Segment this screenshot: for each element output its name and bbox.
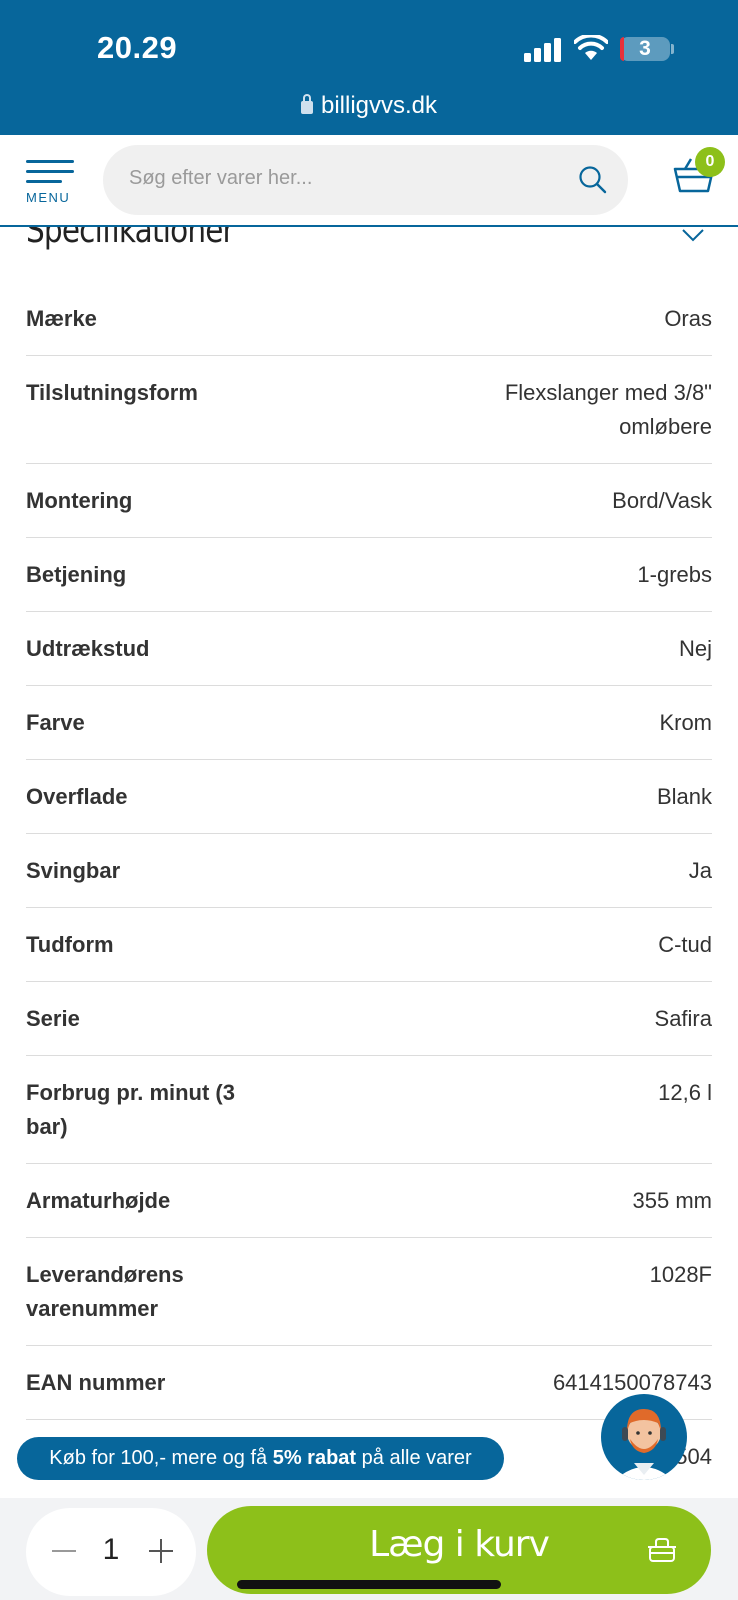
status-time: 20.29 xyxy=(97,30,178,65)
home-indicator xyxy=(237,1580,501,1589)
spec-key: Betjening xyxy=(26,562,127,587)
menu-icon xyxy=(26,160,74,163)
spec-row: Tudform C-tud xyxy=(26,908,712,982)
support-avatar[interactable] xyxy=(600,1393,688,1481)
search-icon[interactable] xyxy=(578,165,608,195)
spec-row: Forbrug pr. minut (3 bar) 12,6 l xyxy=(26,1056,712,1164)
quantity-stepper[interactable]: 1 xyxy=(26,1508,196,1596)
spec-value: Flexslanger med 3/8" omløbere xyxy=(504,380,712,439)
spec-row: Leverandørens varenummer 1028F xyxy=(26,1238,712,1346)
url-bar[interactable]: billigvvs.dk xyxy=(0,92,738,120)
chevron-down-icon[interactable] xyxy=(681,228,705,242)
spec-value: Ja xyxy=(688,858,712,883)
spec-value: 12,6 l xyxy=(658,1080,712,1105)
menu-icon-bar xyxy=(26,180,62,183)
spec-row: Betjening 1-grebs xyxy=(26,538,712,612)
spec-row: Armaturhøjde 355 mm xyxy=(26,1164,712,1238)
spec-key: Farve xyxy=(26,710,85,735)
search-input[interactable]: Søg efter varer her... xyxy=(103,145,628,215)
spec-key: Armaturhøjde xyxy=(26,1188,171,1213)
spec-key: Svingbar xyxy=(26,858,121,883)
site-header: MENU Søg efter varer her... 0 xyxy=(0,135,738,227)
spec-value: 1028F xyxy=(649,1262,712,1287)
spec-key: Forbrug pr. minut (3 bar) xyxy=(26,1080,235,1139)
spec-row: Overflade Blank xyxy=(26,760,712,834)
promo-banner[interactable]: Køb for 100,- mere og få 5% rabat på all… xyxy=(17,1437,504,1480)
menu-icon-bar xyxy=(26,170,74,173)
spec-key: Tilslutningsform xyxy=(26,380,198,405)
spec-key: Serie xyxy=(26,1006,80,1031)
spec-value: Blank xyxy=(656,784,712,809)
menu-label: MENU xyxy=(26,190,71,205)
spec-row: Svingbar Ja xyxy=(26,834,712,908)
plus-icon[interactable] xyxy=(149,1539,173,1563)
spec-key: EAN nummer xyxy=(26,1370,166,1395)
spec-value: Nej xyxy=(678,636,712,661)
add-to-cart-label: Læg i kurv xyxy=(369,1524,550,1565)
cart-count-badge: 0 xyxy=(695,147,725,177)
spec-key: Leverandørens varenummer xyxy=(26,1262,184,1321)
wifi-icon xyxy=(574,35,608,60)
spec-value: 1-grebs xyxy=(637,562,712,587)
specifications-table: Mærke Oras Tilslutningsform Flexslanger med… xyxy=(26,282,712,1493)
spec-value: C-tud xyxy=(658,932,712,957)
spec-row: Tilslutningsform Flexslanger med 3/8" oml… xyxy=(26,356,712,464)
spec-key: Udtrækstud xyxy=(26,636,150,661)
spec-value: Krom xyxy=(659,710,712,735)
promo-bold: 5% rabat xyxy=(272,1447,357,1469)
spec-row: Montering Bord/Vask xyxy=(26,464,712,538)
battery-nub xyxy=(671,44,674,54)
spec-key: Overflade xyxy=(26,784,128,809)
status-bar: 20.29 3 billigvvs.dk xyxy=(0,0,738,135)
spec-key: Montering xyxy=(26,488,133,513)
menu-button[interactable]: MENU xyxy=(26,160,74,205)
signal-icon xyxy=(524,38,561,62)
spec-value: Bord/Vask xyxy=(612,488,712,513)
spec-value: Oras xyxy=(664,306,712,331)
spec-row: Serie Safira xyxy=(26,982,712,1056)
promo-suffix: på alle varer xyxy=(356,1447,472,1469)
basket-icon xyxy=(648,1538,676,1562)
spec-value: 355 mm xyxy=(632,1188,712,1213)
spec-key: Tudform xyxy=(26,932,114,957)
spec-value: Safira xyxy=(654,1006,712,1031)
url-text: billigvvs.dk xyxy=(320,92,438,119)
promo-prefix: Køb for 100,- mere og få xyxy=(49,1447,273,1469)
search-placeholder: Søg efter varer her... xyxy=(129,167,313,189)
spec-key: Mærke xyxy=(26,306,97,331)
lock-icon xyxy=(300,94,313,114)
spec-row: Mærke Oras xyxy=(26,282,712,356)
spec-row: Farve Krom xyxy=(26,686,712,760)
spec-row: Udtrækstud Nej xyxy=(26,612,712,686)
battery-icon: 3 xyxy=(620,37,670,61)
